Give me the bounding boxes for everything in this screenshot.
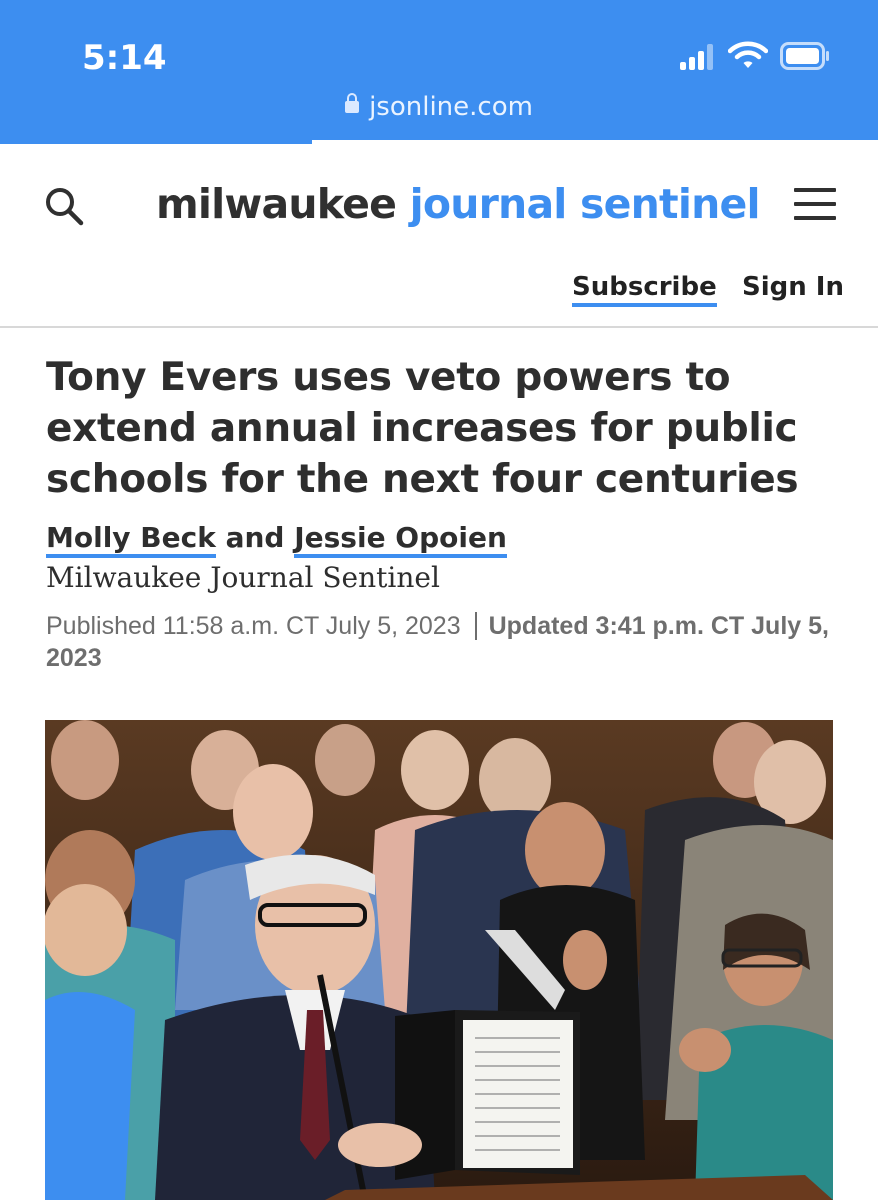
date-divider bbox=[474, 612, 477, 640]
subscribe-link[interactable]: Subscribe bbox=[572, 272, 717, 307]
battery-icon bbox=[780, 42, 829, 70]
author-link-1[interactable]: Molly Beck bbox=[46, 521, 216, 558]
status-bar: 5:14 jsonline.com bbox=[0, 0, 878, 140]
signal-icon bbox=[680, 44, 718, 70]
published-date: Published 11:58 a.m. CT July 5, 2023 bbox=[46, 612, 461, 640]
byline: Molly Beck and Jessie Opoien bbox=[46, 520, 507, 558]
menu-icon[interactable] bbox=[794, 188, 836, 220]
photo-illustration bbox=[45, 720, 833, 1200]
status-time: 5:14 bbox=[82, 38, 167, 78]
byline-joiner: and bbox=[215, 521, 295, 554]
wifi-icon bbox=[728, 41, 768, 68]
url-text: jsonline.com bbox=[369, 92, 533, 122]
logo-journal-sentinel: journal sentinel bbox=[409, 180, 761, 228]
article-dates: Published 11:58 a.m. CT July 5, 2023 Upda… bbox=[46, 610, 836, 674]
lock-icon bbox=[345, 93, 360, 113]
article-headline: Tony Evers uses veto powers to extend an… bbox=[46, 355, 799, 502]
site-logo[interactable]: milwaukee journal sentinel bbox=[156, 180, 761, 228]
article-photo[interactable] bbox=[45, 720, 833, 1200]
logo-milwaukee: milwaukee bbox=[156, 180, 410, 228]
search-icon[interactable] bbox=[44, 186, 84, 226]
sign-in-link[interactable]: Sign In bbox=[742, 272, 844, 302]
address-bar[interactable]: jsonline.com bbox=[0, 92, 878, 132]
publication-name: Milwaukee Journal Sentinel bbox=[46, 561, 440, 594]
author-link-2[interactable]: Jessie Opoien bbox=[294, 521, 507, 558]
